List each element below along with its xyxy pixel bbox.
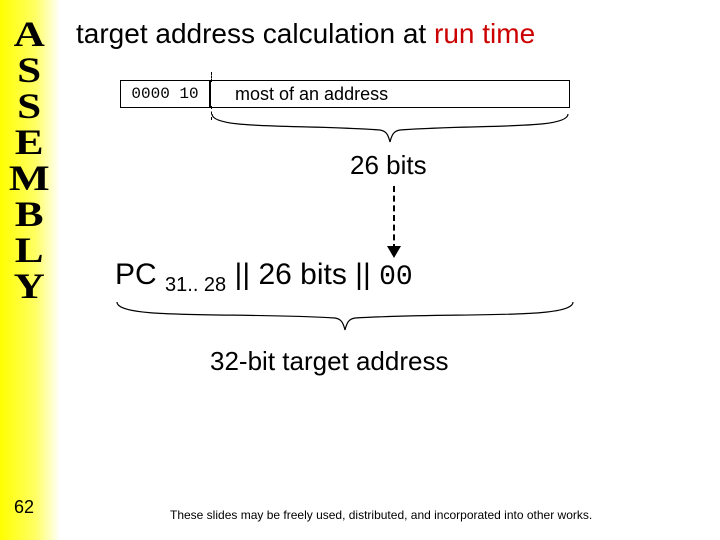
target-address-label: 32-bit target address <box>210 346 448 377</box>
title-at: at <box>403 18 434 49</box>
concat-expression: PC 31.. 28 || 26 bits || 00 <box>115 258 413 297</box>
slide-title: target address calculation at run time <box>76 18 535 50</box>
expr-pc: PC <box>115 258 165 291</box>
sidebar-gradient: ASSEMBLY <box>0 0 60 540</box>
expr-subscript: 31.. 28 <box>165 274 226 296</box>
title-runtime: run time <box>434 18 535 49</box>
expr-suffix: 00 <box>379 262 413 293</box>
arrow-head-icon <box>387 246 401 258</box>
title-prefix: target address calculation <box>76 18 403 49</box>
brace-32bit <box>115 300 575 340</box>
opcode-box: 0000 10 <box>120 80 210 108</box>
footer-text: These slides may be freely used, distrib… <box>170 508 592 522</box>
expr-mid: || 26 bits || <box>226 258 379 291</box>
brace-26bits <box>210 112 570 152</box>
bits26-label: 26 bits <box>350 150 427 181</box>
address-box: most of an address <box>210 80 570 108</box>
slide-content: target address calculation at run time 0… <box>60 0 720 540</box>
sidebar-title: ASSEMBLY <box>4 14 54 302</box>
dash-divider-up <box>211 72 212 82</box>
arrow-shaft <box>393 186 395 250</box>
slide-number: 62 <box>14 497 34 518</box>
